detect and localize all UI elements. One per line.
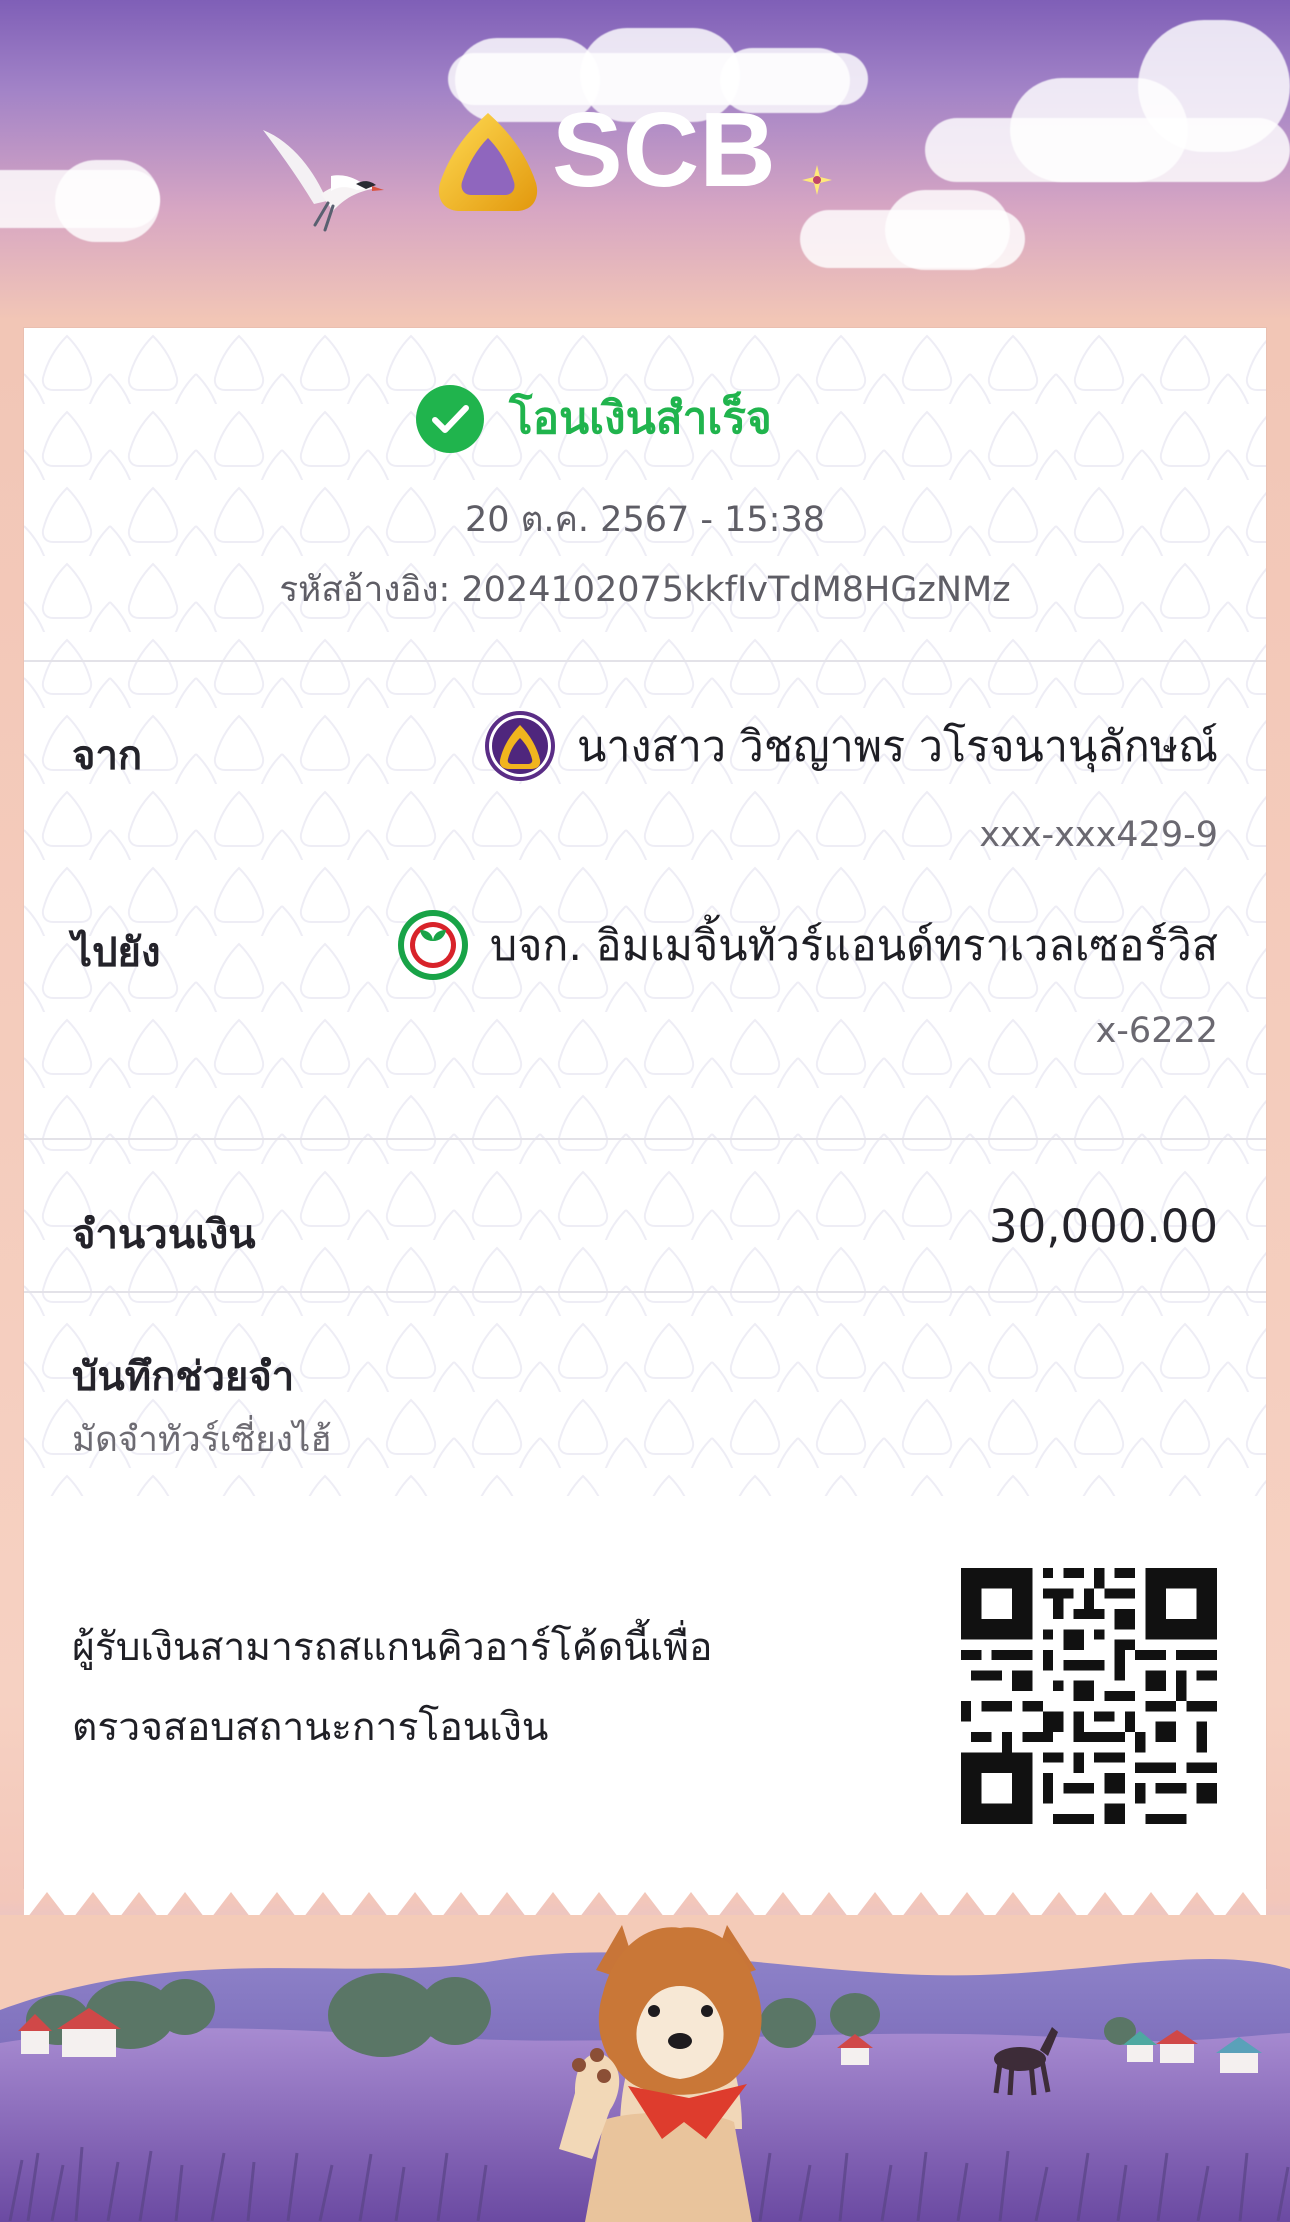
app-header: SCB xyxy=(0,0,1290,330)
qr-instruction: ผู้รับเงินสามารถสแกนคิวอาร์โค้ดนี้เพื่อ … xyxy=(72,1608,832,1768)
section-divider xyxy=(24,660,1266,662)
recipient-account-number: x-6222 xyxy=(1095,1011,1218,1051)
sparkle-icon xyxy=(802,165,832,195)
scb-logo-icon xyxy=(438,113,538,211)
reference-code: รหัสอ้างอิง: 2024102075kkfIvTdM8HGzNMz xyxy=(279,570,1011,610)
section-divider xyxy=(24,1138,1266,1140)
brand-wordmark: SCB xyxy=(552,91,776,209)
from-label: จาก xyxy=(72,733,143,779)
success-check-icon xyxy=(416,385,484,453)
to-label: ไปยัง xyxy=(72,930,161,976)
cloud-decoration xyxy=(1138,20,1290,152)
transfer-date-time: 20 ต.ค. 2567 - 15:38 xyxy=(465,500,825,540)
kbank-logo-icon xyxy=(397,910,468,980)
scb-logo-icon xyxy=(484,711,555,781)
cloud-decoration xyxy=(55,160,160,242)
memo-label: บันทึกช่วยจำ xyxy=(72,1354,295,1400)
qr-instruction-line: ตรวจสอบสถานะการโอนเงิน xyxy=(72,1705,549,1750)
transfer-status: โอนเงินสำเร็จ xyxy=(416,383,806,455)
lavender-field-illustration xyxy=(0,1915,1290,2222)
to-account-row: บจก. อิมเมจิ้นทัวร์แอนด์ทราเวลเซอร์วิส xyxy=(397,910,1218,980)
sender-account-number: xxx-xxx429-9 xyxy=(979,815,1218,855)
status-title: โอนเงินสำเร็จ xyxy=(509,393,772,444)
sender-name: นางสาว วิชญาพร วโรจนานุลักษณ์ xyxy=(576,722,1218,772)
from-account-row: นางสาว วิชญาพร วโรจนานุลักษณ์ xyxy=(484,711,1218,781)
amount-label: จำนวนเงิน xyxy=(72,1212,256,1258)
memo-value: มัดจำทัวร์เซี่ยงไฮ้ xyxy=(72,1420,332,1460)
qr-instruction-line: ผู้รับเงินสามารถสแกนคิวอาร์โค้ดนี้เพื่อ xyxy=(72,1625,713,1670)
cloud-decoration xyxy=(885,190,1010,270)
recipient-name: บจก. อิมเมจิ้นทัวร์แอนด์ทราเวลเซอร์วิส xyxy=(489,921,1218,971)
transfer-amount: 30,000.00 xyxy=(988,1200,1218,1253)
bird-icon xyxy=(263,130,384,232)
section-divider xyxy=(24,1291,1266,1293)
verification-qr-code[interactable] xyxy=(961,1568,1217,1824)
transfer-receipt: โอนเงินสำเร็จ 20 ต.ค. 2567 - 15:38 รหัสอ… xyxy=(24,328,1266,1888)
